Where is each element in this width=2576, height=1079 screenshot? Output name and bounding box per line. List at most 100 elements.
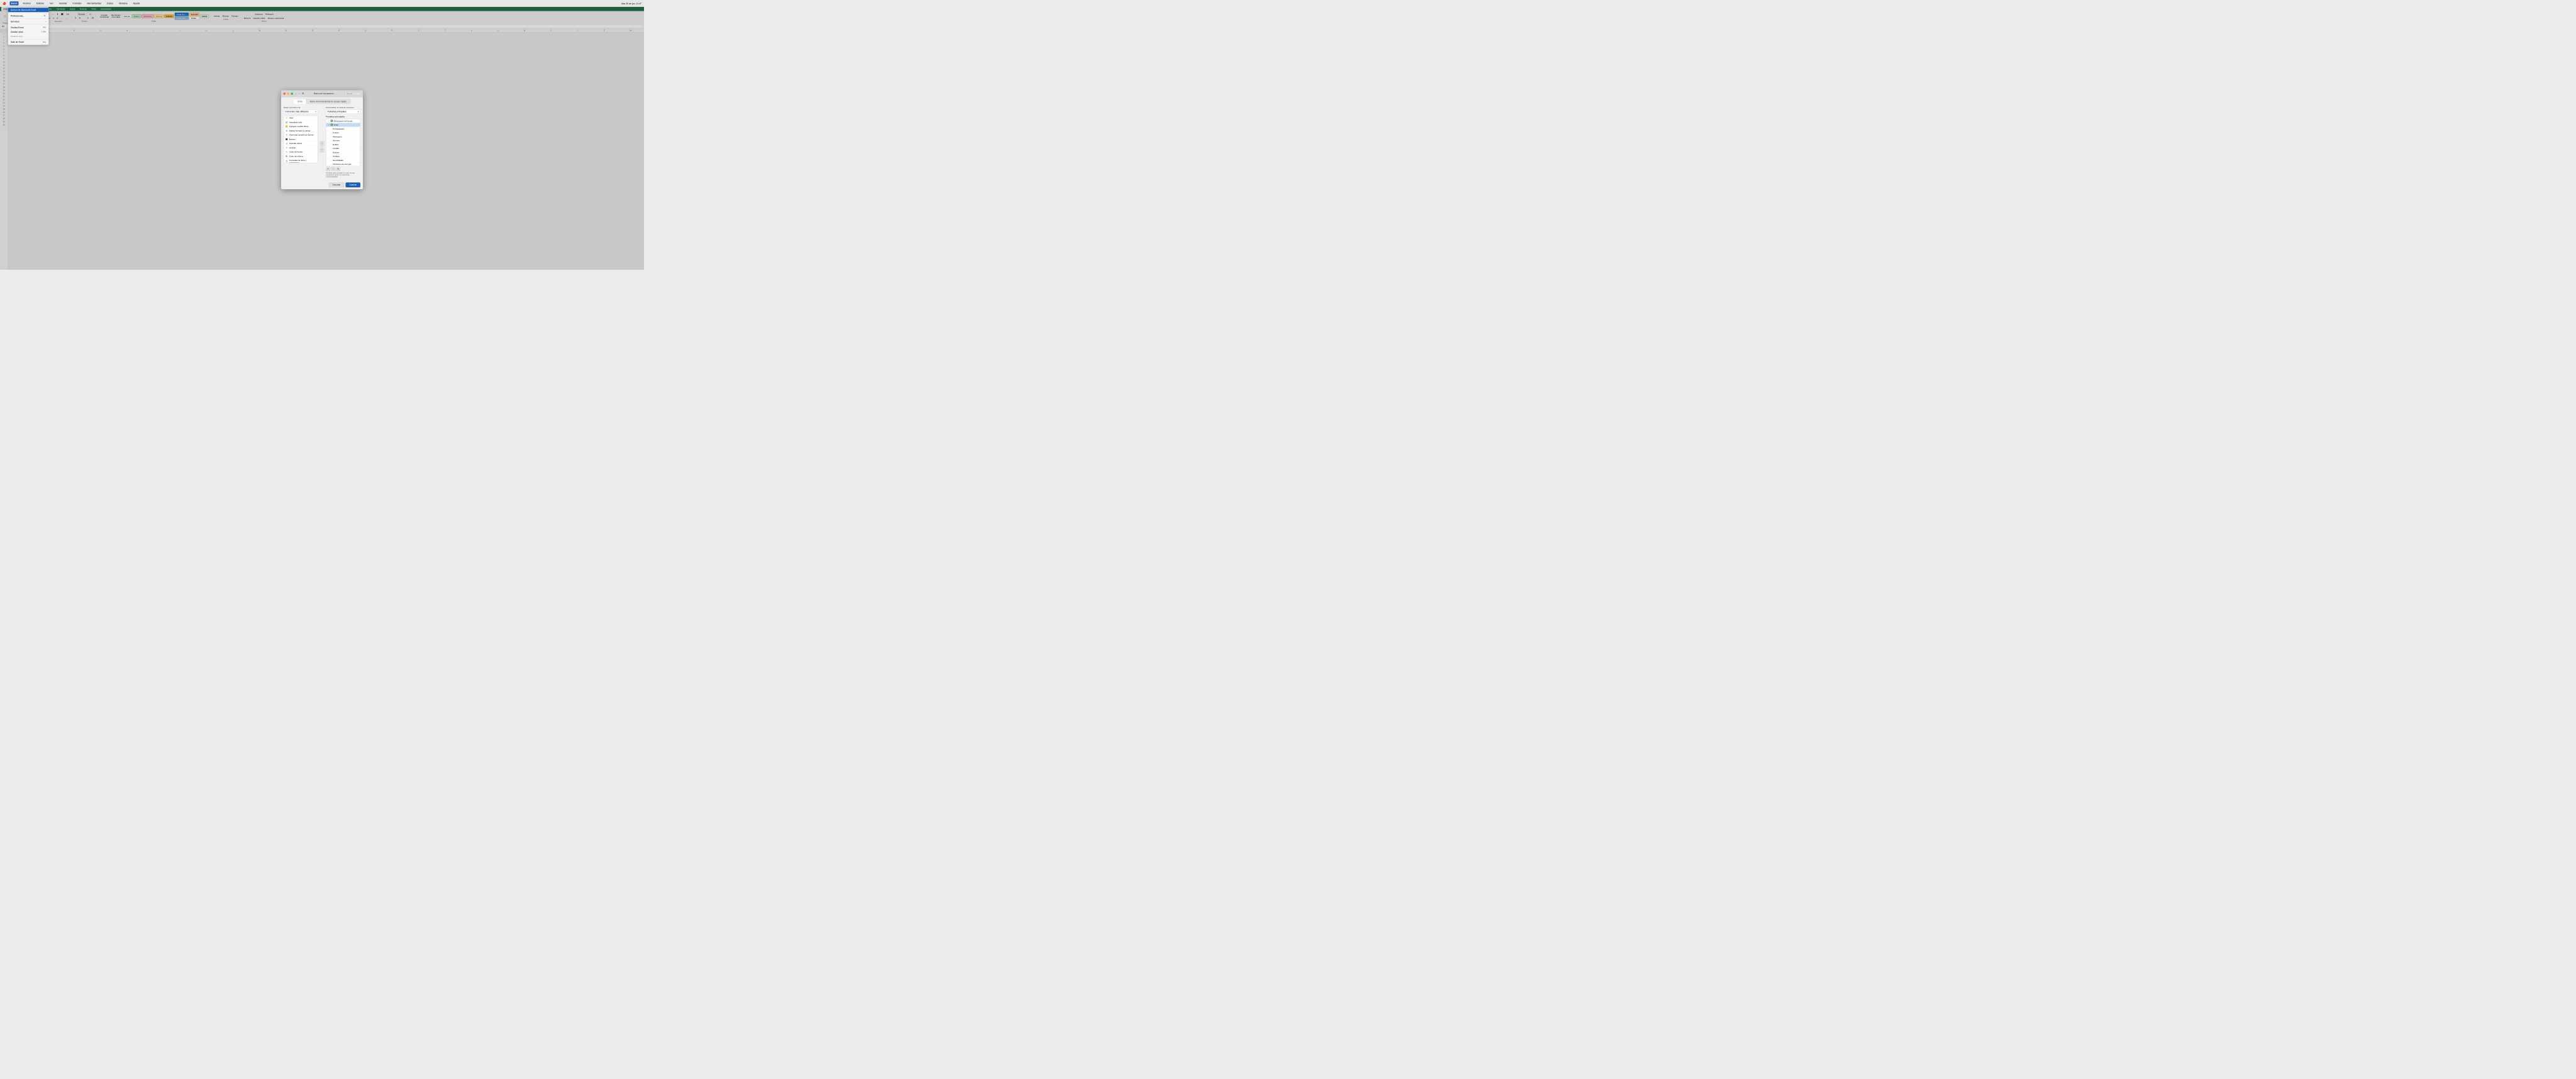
menu-item-ventana[interactable]: Ventana — [118, 1, 129, 5]
command-actualizar[interactable]: 🔄 Actualizar todo — [284, 120, 318, 124]
command-actualizar-label: Actualizar todo — [289, 121, 303, 123]
expand-edicion-icon[interactable]: › — [330, 152, 332, 153]
tree-item-opciones-energia[interactable]: › Opciones de energía — [326, 162, 360, 166]
left-section-label: Elegir comandos de: — [284, 106, 318, 109]
dropdown-arrow-icon: ▼ — [315, 111, 317, 113]
tree-label-portapapeles: Portapapeles — [333, 128, 344, 130]
menu-item-ver[interactable]: Ver — [48, 1, 55, 5]
format-icon: ⊞ — [286, 130, 288, 132]
expand-eliminacion-icon[interactable]: › — [328, 120, 330, 122]
modal-columns: Elegir comandos de: Comandos más utiliza… — [284, 106, 360, 178]
calc-icon: 📊 — [286, 142, 288, 145]
expand-estilos-icon[interactable]: › — [330, 143, 332, 145]
tree-label-eliminacion: Eliminación del fondo — [334, 119, 353, 122]
add-tab-button[interactable]: + — [326, 167, 330, 171]
command-centrar-label: Centrar — [289, 147, 296, 149]
expand-analisis-icon[interactable]: › — [330, 155, 332, 157]
command-aplicar-formato[interactable]: ⊞ Aplicar formato a celdas — [284, 128, 318, 133]
mac-menubar: 🍎 Excel Archivo Edición Ver Insertar For… — [0, 0, 644, 7]
maximize-window-button[interactable] — [291, 92, 294, 95]
tree-label-sensibilidad: Sensibilidad — [333, 159, 343, 161]
remove-command-button[interactable]: ‹ — [320, 148, 325, 153]
excel-dropdown-menu: Acerca de Microsoft Excel Preferencias..… — [8, 7, 49, 45]
shortcut-salir: ⌘Q — [43, 41, 46, 43]
apple-logo-icon[interactable]: 🍎 — [3, 2, 6, 5]
dropdown-item-salir[interactable]: Salir de Excel ⌘Q — [8, 40, 49, 44]
right-tree-heading: Pestañas principales — [326, 116, 360, 118]
command-aumentar-fuente[interactable]: A Aumentar tamaño de fuente — [284, 133, 318, 137]
command-abrir[interactable]: 📁 Abrir — [284, 116, 318, 120]
expand-celdas-icon[interactable]: › — [330, 148, 332, 150]
command-color-fuente[interactable]: A Color de fuente › — [284, 150, 318, 154]
menu-item-formato[interactable]: Formato — [72, 1, 83, 5]
menu-item-archivo[interactable]: Archivo — [21, 1, 32, 5]
dropdown-item-ocultar-excel[interactable]: Ocultar Excel ⌘H — [8, 25, 49, 30]
expand-opciones-energia-icon[interactable]: › — [330, 163, 332, 165]
menu-item-excel[interactable]: Excel — [10, 1, 19, 5]
dropdown-item-acerca[interactable]: Acerca de Microsoft Excel — [8, 8, 49, 12]
expand-fuente-icon[interactable]: › — [330, 132, 332, 134]
dropdown-item-preferencias[interactable]: Preferencias... ⌘, — [8, 14, 49, 18]
tree-label-numero: Número — [333, 140, 340, 142]
modal-search-input[interactable] — [345, 92, 361, 96]
command-bordes-label: Bordes — [289, 138, 296, 140]
tree-label-inicio: Inicio — [334, 124, 338, 126]
commands-dropdown[interactable]: Comandos más utilizados ▼ — [284, 109, 318, 114]
command-agregar-filtros[interactable]: 🔽 Agregar o quitar filtros — [284, 124, 318, 129]
checkbox-eliminacion[interactable]: ✓ — [331, 119, 333, 122]
right-section-label: Personalizar la cinta de opciones: — [326, 106, 360, 109]
grid-view-icon[interactable]: ⊞ — [302, 92, 304, 95]
remove-tab-button[interactable]: − — [331, 167, 335, 171]
tree-label-analisis: Análisis — [333, 155, 340, 158]
save-button[interactable]: Guardar — [346, 182, 360, 187]
checkbox-inicio[interactable]: ✓ — [331, 124, 333, 126]
filter-icon: 🔽 — [286, 125, 288, 128]
menu-item-datos[interactable]: Datos — [106, 1, 114, 5]
command-calcular[interactable]: 📊 Calcular ahora — [284, 141, 318, 146]
fill-color-icon: 🎨 — [286, 155, 288, 157]
add-command-button[interactable]: › — [320, 141, 325, 147]
expand-inicio-icon[interactable]: ∨ — [328, 124, 330, 126]
modal-left-column: Elegir comandos de: Comandos más utiliza… — [284, 106, 318, 178]
customize-dropdown-value: Pestañas principales — [328, 111, 347, 113]
expand-sensibilidad-icon[interactable]: › — [330, 159, 332, 161]
dropdown-item-ocultar-otros[interactable]: Ocultar otros ⌥⌘H — [8, 30, 49, 34]
menu-item-herramientas[interactable]: Herramientas — [86, 1, 103, 5]
rename-tab-button[interactable]: ✎ — [336, 167, 340, 171]
command-color-relleno[interactable]: 🎨 Color de relleno › — [284, 154, 318, 158]
menu-item-insertar[interactable]: Insertar — [58, 1, 69, 5]
nav-forward-button[interactable]: › — [298, 92, 301, 96]
menu-item-ayuda[interactable]: Ayuda — [132, 1, 142, 5]
nav-back-button[interactable]: ‹ — [295, 92, 297, 96]
tree-label-edicion: Edición — [333, 151, 339, 153]
customize-dropdown-arrow-icon: ▼ — [357, 111, 359, 113]
expand-alineacion-icon[interactable]: › — [330, 136, 332, 138]
expand-portapapeles-icon[interactable]: › — [330, 128, 332, 130]
left-dropdown-row: Comandos más utilizados ▼ — [284, 109, 318, 114]
tree-label-alineacion: Alineación — [333, 135, 341, 138]
tree-label-estilos: Estilos — [333, 143, 338, 146]
close-window-button[interactable] — [284, 92, 286, 95]
refresh-icon: 🔄 — [286, 121, 288, 123]
border-icon: ⬛ — [286, 138, 288, 140]
tab-barra-herramientas[interactable]: Barra de herramientas de acceso rápido — [306, 99, 350, 104]
modal-title: Barra de herramient... — [306, 92, 343, 95]
ribbon-tree[interactable]: › ✓ Eliminación del fondo ∨ ✓ Inicio › P… — [326, 119, 360, 166]
menubar-datetime: Mar 20 de jun, 11:47 — [621, 2, 641, 4]
command-bordes[interactable]: ⬛ Bordes › — [284, 137, 318, 141]
command-centrar[interactable]: ≡ Centrar — [284, 145, 318, 150]
expand-numero-icon[interactable]: › — [330, 140, 332, 141]
tab-cinta[interactable]: Cinta — [294, 99, 306, 104]
command-consultas[interactable]: 📋 Consultas de libro y conexiones — [284, 158, 318, 163]
dropdown-item-mostrar-todo: Mostrar todo — [8, 34, 49, 38]
command-list[interactable]: 📁 Abrir 🔄 Actualizar todo 🔽 Agregar o qu… — [284, 116, 318, 163]
query-icon: 📋 — [286, 160, 288, 162]
minimize-window-button[interactable] — [287, 92, 290, 95]
customize-dropdown[interactable]: Pestañas principales ▼ — [326, 109, 360, 114]
command-aumentar-label: Aumentar tamaño de fuente — [289, 134, 314, 136]
modal-right-column: Personalizar la cinta de opciones: Pesta… — [326, 106, 360, 178]
menu-item-edicion[interactable]: Edición — [35, 1, 45, 5]
cancel-button[interactable]: Cancelar — [329, 182, 345, 187]
command-abrir-label: Abrir — [289, 117, 294, 119]
dropdown-item-servicios[interactable]: Servicios › — [8, 19, 49, 24]
